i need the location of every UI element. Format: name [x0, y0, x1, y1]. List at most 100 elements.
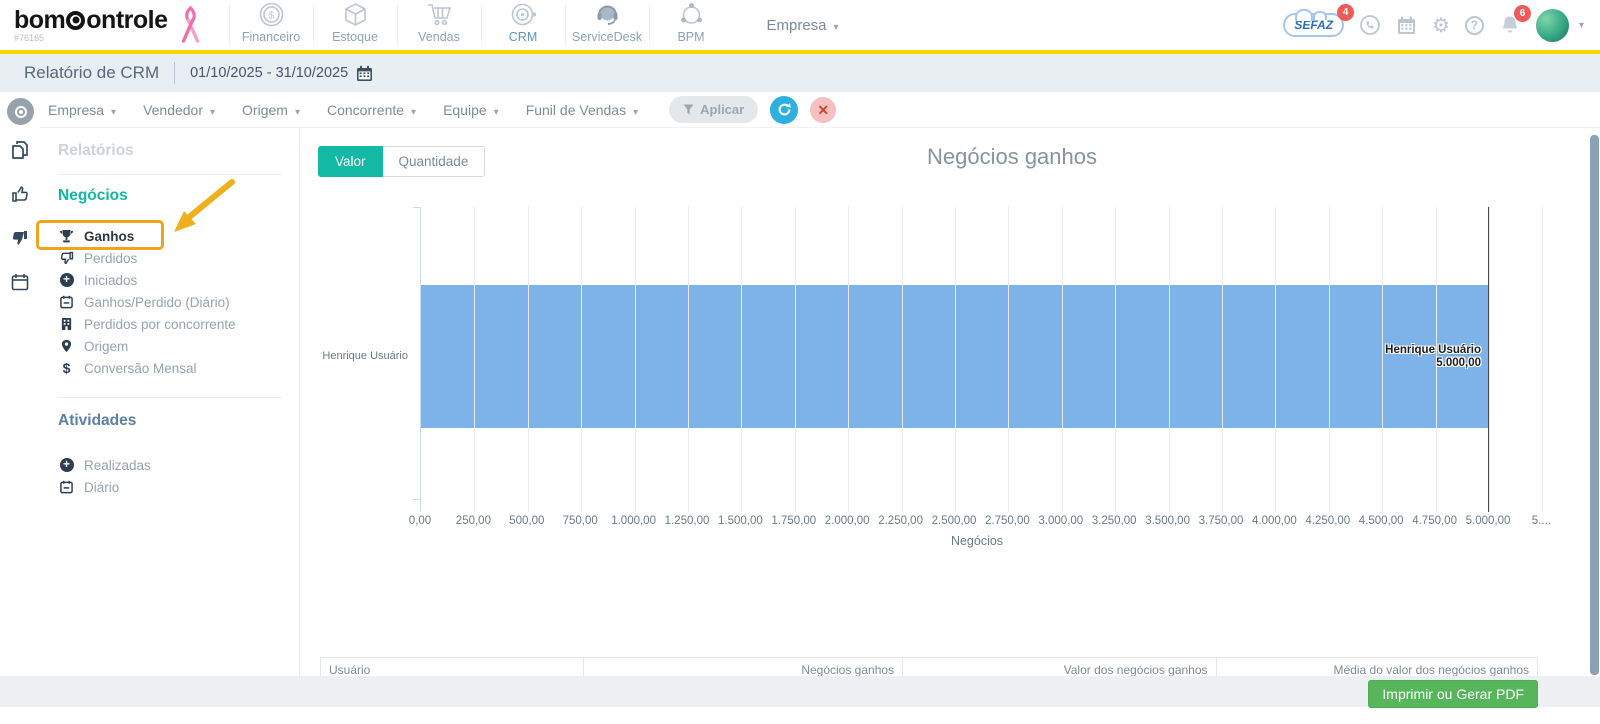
sidebar-item-label: Realizadas — [84, 457, 151, 473]
x-tick-label: 3.500,00 — [1145, 515, 1190, 527]
filter-label: Equipe — [443, 101, 487, 118]
module-vendas[interactable]: Vendas — [396, 4, 481, 45]
thumbs-up-icon[interactable] — [11, 185, 29, 203]
toggle-valor-button[interactable]: Valor — [318, 146, 383, 177]
calendar-icon[interactable] — [11, 273, 29, 291]
sidebar-heading-atividades: Atividades — [58, 412, 137, 429]
x-tick-label: 1.750,00 — [771, 515, 817, 527]
sidebar-item-ganhos[interactable]: Ganhos — [36, 220, 299, 250]
gridline — [474, 207, 476, 512]
apply-filters-button[interactable]: Aplicar — [669, 96, 759, 123]
gear-icon[interactable]: ⚙ — [1432, 13, 1450, 38]
filter-empresa[interactable]: Empresa ▾ — [48, 102, 116, 118]
module-label: BPM — [677, 30, 705, 44]
x-tick-label: 2.250,00 — [878, 515, 923, 527]
x-axis-title: Negócios — [950, 534, 1004, 548]
notifications-badge: 6 — [1513, 4, 1531, 22]
pink-ribbon-icon — [178, 6, 203, 44]
bar-data-label: Henrique Usuário 5.000,00 — [1331, 344, 1481, 370]
table-header-row: Usuário Negócios ganhos Valor dos negóci… — [320, 657, 1538, 676]
gridline — [1168, 207, 1170, 512]
x-tick-label: 2.750,00 — [985, 515, 1030, 527]
sidebar-item-perdidos-por-concorrente[interactable]: Perdidos por concorrente — [58, 313, 299, 335]
gridline — [1115, 207, 1117, 512]
coin-icon: $ — [258, 1, 285, 28]
divider — [58, 397, 281, 398]
x-axis-ticks: 0,00 250,00 500,00 750,00 1.000,00 1.250,00 1.… — [300, 515, 1600, 531]
chart-title: Negócios ganhos — [926, 144, 1098, 169]
filter-origem[interactable]: Origem ▾ — [242, 102, 300, 118]
filter-concorrente[interactable]: Concorrente ▾ — [327, 102, 416, 118]
sefaz-badge: 4 — [1337, 4, 1355, 21]
svg-text:$: $ — [268, 11, 274, 22]
sidebar-item-iniciados[interactable]: + Iniciados — [58, 269, 299, 291]
plus-circle-icon: + — [58, 458, 75, 472]
filter-equipe[interactable]: Equipe ▾ — [443, 102, 499, 118]
calendar-icon — [58, 295, 75, 309]
gridline — [1275, 207, 1277, 512]
filter-vendedor[interactable]: Vendedor ▾ — [143, 102, 215, 118]
x-tick-label: 3.750,00 — [1198, 515, 1244, 527]
sidebar-item-diario[interactable]: Diário — [58, 476, 299, 498]
notifications-bell[interactable]: 6 — [1499, 4, 1531, 37]
date-range-picker[interactable]: 01/10/2025 - 31/10/2025 — [190, 65, 373, 82]
sidebar-item-label: Iniciados — [84, 272, 138, 288]
building-icon — [58, 317, 75, 331]
table-header-media: Média do valor dos negócios ganhos — [1333, 663, 1529, 676]
filter-funil-de-vendas[interactable]: Funil de Vendas ▾ — [526, 102, 638, 118]
date-range-value: 01/10/2025 - 31/10/2025 — [190, 65, 349, 81]
plus-circle-icon: + — [58, 273, 75, 287]
avatar — [1535, 8, 1569, 42]
x-tick-label: 750,00 — [562, 515, 598, 527]
gridline — [1328, 207, 1330, 512]
gridline — [794, 207, 796, 512]
chevron-down-icon: ▾ — [493, 106, 499, 118]
sidebar-item-label: Diário — [84, 479, 120, 495]
gridline — [688, 207, 689, 512]
x-tick-label: 1.250,00 — [664, 515, 710, 527]
icon-rail — [0, 128, 40, 676]
cube-icon — [342, 1, 369, 28]
sidebar-item-perdidos[interactable]: Perdidos — [58, 247, 299, 269]
sidebar-heading-negocios: Negócios — [58, 187, 128, 204]
x-tick-label: 1.500,00 — [718, 515, 763, 527]
gridline — [634, 207, 636, 512]
clear-filters-button[interactable]: ✕ — [810, 96, 837, 123]
chevron-down-icon: ▾ — [833, 21, 839, 33]
sidebar-item-origem[interactable]: Origem — [58, 335, 299, 357]
filter-label: Origem — [242, 101, 288, 118]
module-label: CRM — [508, 30, 538, 44]
vertical-scrollbar[interactable] — [1590, 135, 1599, 675]
thumbs-down-icon[interactable] — [11, 229, 29, 247]
help-icon[interactable]: ? — [1464, 15, 1484, 35]
bomcontrole-logo[interactable]: bom ontrole #76165 — [14, 5, 168, 43]
module-label: Estoque — [332, 30, 378, 44]
sefaz-button[interactable]: SEFAZ 4 — [1283, 4, 1355, 37]
refresh-button[interactable] — [770, 95, 799, 124]
company-selector[interactable]: Empresa ▾ — [767, 17, 839, 34]
module-servicedesk[interactable]: ServiceDesk — [564, 5, 649, 45]
calendar-icon[interactable] — [1396, 15, 1417, 36]
module-estoque[interactable]: Estoque — [312, 3, 397, 45]
toggle-quantidade-button[interactable]: Quantidade — [382, 146, 486, 177]
floating-logo-badge[interactable] — [7, 98, 34, 125]
close-icon: ✕ — [817, 101, 830, 118]
module-crm[interactable]: CRM — [480, 3, 565, 45]
sidebar-item-ganhos-perdido-diario[interactable]: Ganhos/Perdido (Diário) — [58, 291, 299, 313]
sidebar-item-conversao-mensal[interactable]: $ Conversão Mensal — [58, 357, 299, 379]
sidebar-item-realizadas[interactable]: + Realizadas — [58, 454, 299, 476]
reports-pages-icon[interactable] — [11, 140, 29, 159]
reports-sidebar: Relatórios Negócios Ganhos Perdidos + In… — [36, 128, 300, 676]
user-menu[interactable]: ▾ — [1535, 8, 1584, 42]
logo-text-suffix: ontrole — [86, 5, 168, 34]
sidebar-item-label: Ganhos/Perdido (Diário) — [84, 294, 230, 310]
footer-bar: Imprimir ou Gerar PDF — [0, 676, 1600, 708]
chevron-down-icon: ▾ — [1578, 19, 1584, 31]
print-pdf-button[interactable]: Imprimir ou Gerar PDF — [1368, 680, 1538, 708]
bar-label-value: 5.000,00 — [1436, 357, 1481, 370]
filter-bar: Empresa ▾ Vendedor ▾ Origem ▾ Concorrente ▾ … — [40, 92, 1600, 128]
chart-plot: Henrique Usuário 5.000,00 — [413, 207, 1590, 512]
whatsapp-icon[interactable] — [1359, 14, 1381, 36]
module-bpm[interactable]: BPM — [648, 3, 733, 45]
module-financeiro[interactable]: $ Financeiro — [228, 2, 313, 45]
